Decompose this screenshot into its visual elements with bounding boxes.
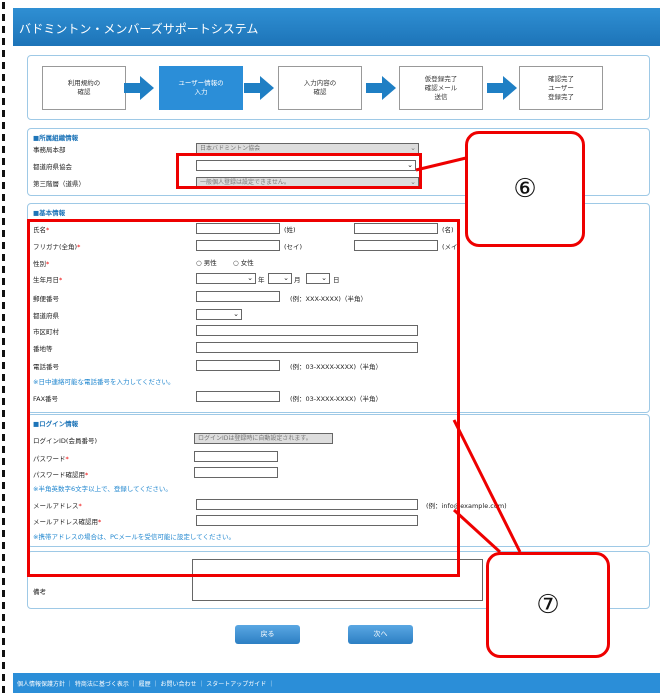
callout-6-pointer: [415, 156, 467, 172]
callout-7: ⑦: [486, 552, 610, 658]
highlight-box-7: [27, 219, 460, 577]
callout-6: ⑥: [465, 131, 585, 247]
callout-6-number: ⑥: [513, 174, 537, 204]
callout-7-pointer-a: [452, 419, 522, 553]
callout-7-number: ⑦: [536, 590, 560, 620]
callout-7-pointer-b: [452, 508, 502, 554]
